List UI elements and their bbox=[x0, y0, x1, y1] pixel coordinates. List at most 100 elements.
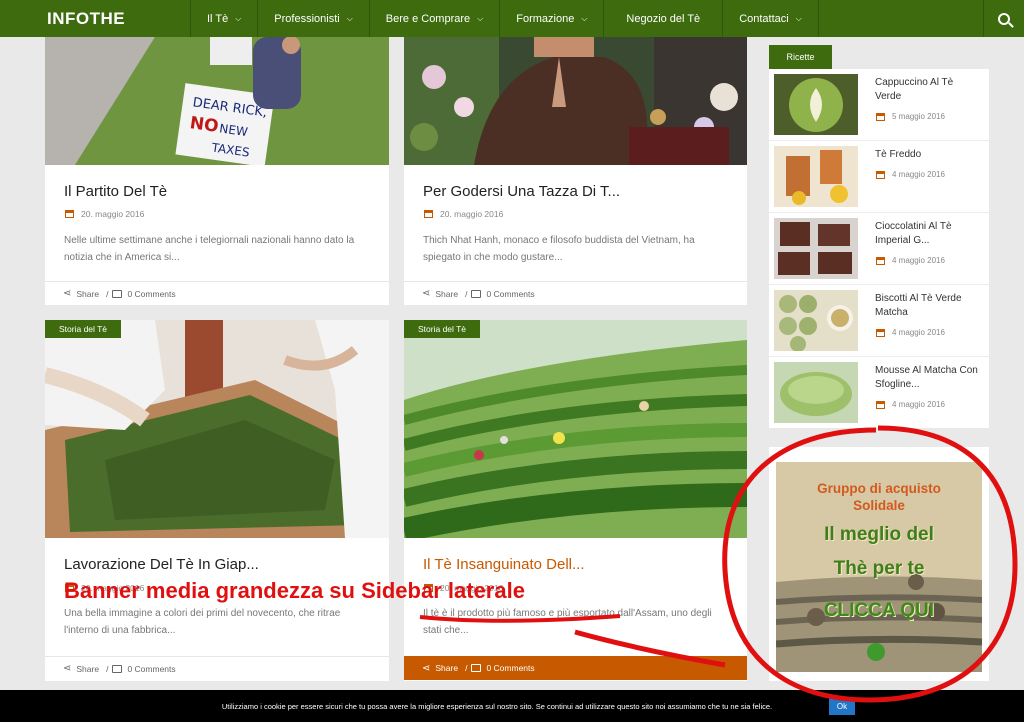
sidebar-banner-box: Gruppo di acquisto Solidale Il meglio de… bbox=[769, 447, 989, 681]
share-icon[interactable]: ⋖ bbox=[422, 288, 430, 299]
matcha-mousse-photo bbox=[774, 362, 858, 423]
article-title[interactable]: Lavorazione Del Tè In Giap... bbox=[64, 556, 259, 573]
search-button[interactable] bbox=[983, 0, 1024, 37]
comment-icon bbox=[112, 664, 123, 673]
chevron-down-icon: ⌵ bbox=[795, 13, 802, 23]
banner-line-3: Il meglio del bbox=[824, 524, 934, 545]
recipe-item[interactable]: Cioccolatini Al Tè Imperial G... 4 maggi… bbox=[769, 213, 989, 285]
category-tag[interactable]: Storia del Tè bbox=[45, 320, 122, 338]
nav-item-bere-e-comprare[interactable]: Bere e Comprare ⌵ bbox=[368, 0, 499, 37]
date-text: 20. maggio 2016 bbox=[440, 209, 504, 219]
recipe-title[interactable]: Cioccolatini Al Tè Imperial G... bbox=[875, 220, 980, 248]
matcha-biscuits-photo bbox=[774, 290, 858, 351]
date-text: 4 maggio 2016 bbox=[892, 256, 945, 265]
recipe-title[interactable]: Biscotti Al Tè Verde Matcha bbox=[875, 292, 980, 320]
matcha-latte-photo bbox=[774, 74, 858, 135]
cookie-ok-button[interactable]: Ok bbox=[829, 698, 855, 715]
article-excerpt: Thich Nhat Hanh, monaco e filosofo buddi… bbox=[423, 235, 695, 263]
article-footer: ⋖ Share /0 Comments bbox=[45, 281, 389, 305]
recipe-title[interactable]: Mousse Al Matcha Con Sfogline... bbox=[875, 364, 980, 392]
banner-line-2: Solidale bbox=[853, 498, 905, 513]
chocolates-photo bbox=[774, 218, 858, 279]
iced-tea-photo bbox=[774, 146, 858, 207]
nav-label[interactable]: Contattaci bbox=[739, 13, 789, 25]
calendar-icon bbox=[876, 256, 885, 265]
banner-cta[interactable]: CLICCA QUI bbox=[776, 600, 982, 622]
nav-item-formazione[interactable]: Formazione ⌵ bbox=[499, 0, 603, 37]
recipe-date: 4 maggio 2016 bbox=[876, 256, 945, 265]
comments-link[interactable]: 0 Comments bbox=[127, 664, 175, 674]
nav-label[interactable]: Formazione bbox=[516, 13, 574, 25]
recipe-item[interactable]: Tè Freddo 4 maggio 2016 bbox=[769, 141, 989, 213]
date-text: 5 maggio 2016 bbox=[892, 112, 945, 121]
article-excerpt: Una bella immagine a colori dei primi de… bbox=[64, 608, 341, 636]
article-card: Per Godersi Una Tazza Di T... 20. maggio… bbox=[404, 37, 747, 305]
recipe-date: 4 maggio 2016 bbox=[876, 328, 945, 337]
logo-text[interactable]: INFOTHE bbox=[47, 9, 125, 29]
recipe-item[interactable]: Biscotti Al Tè Verde Matcha 4 maggio 201… bbox=[769, 285, 989, 357]
recipe-item[interactable]: Mousse Al Matcha Con Sfogline... 4 maggi… bbox=[769, 357, 989, 429]
tea-factory-photo bbox=[45, 320, 389, 538]
share-icon[interactable]: ⋖ bbox=[63, 663, 71, 674]
recipe-list: Cappuccino Al Tè Verde 5 maggio 2016 Tè … bbox=[769, 69, 989, 428]
article-image[interactable] bbox=[404, 37, 747, 165]
comments-link[interactable]: 0 Comments bbox=[486, 663, 534, 673]
share-link[interactable]: Share bbox=[76, 664, 99, 674]
article-title[interactable]: Il Tè Insanguinato Dell... bbox=[423, 556, 584, 573]
nav-item-contattaci[interactable]: Contattaci ⌵ bbox=[722, 0, 819, 37]
nav-label[interactable]: Negozio del Tè bbox=[626, 13, 700, 25]
nav-item-negozio[interactable]: Negozio del Tè bbox=[603, 0, 722, 37]
article-date: 20. maggio 2016 bbox=[424, 209, 503, 219]
recipe-title[interactable]: Cappuccino Al Tè Verde bbox=[875, 76, 980, 104]
article-footer: ⋖ Share /0 Comments bbox=[404, 281, 747, 305]
category-tag[interactable]: Storia del Tè bbox=[404, 320, 481, 338]
share-link[interactable]: Share bbox=[435, 289, 458, 299]
comment-icon bbox=[471, 289, 482, 298]
annotation-text: Banner media grandezza su Sidebar latera… bbox=[64, 578, 525, 603]
nav-label[interactable]: Professionisti bbox=[274, 13, 339, 25]
recipe-thumbnail[interactable] bbox=[774, 362, 858, 423]
calendar-icon bbox=[424, 210, 433, 218]
article-excerpt: Nelle ultime settimane anche i telegiorn… bbox=[64, 235, 355, 263]
recipe-item[interactable]: Cappuccino Al Tè Verde 5 maggio 2016 bbox=[769, 69, 989, 141]
comment-icon bbox=[112, 289, 123, 298]
comments-link[interactable]: 0 Comments bbox=[486, 289, 534, 299]
recipe-thumbnail[interactable] bbox=[774, 218, 858, 279]
nav-item-professionisti[interactable]: Professionisti ⌵ bbox=[257, 0, 369, 37]
site-logo[interactable]: INFOTHE bbox=[0, 0, 190, 37]
monk-photo bbox=[404, 37, 747, 165]
recipe-thumbnail[interactable] bbox=[774, 290, 858, 351]
nav-item-il-te[interactable]: Il Tè ⌵ bbox=[190, 0, 257, 37]
article-date: 20. maggio 2016 bbox=[65, 209, 144, 219]
article-title[interactable]: Per Godersi Una Tazza Di T... bbox=[423, 183, 620, 200]
calendar-icon bbox=[876, 112, 885, 121]
chevron-down-icon: ⌵ bbox=[346, 13, 353, 23]
recipe-thumbnail[interactable] bbox=[774, 74, 858, 135]
recipe-thumbnail[interactable] bbox=[774, 146, 858, 207]
nav-label[interactable]: Bere e Comprare bbox=[386, 13, 470, 25]
tab-ricette[interactable]: Ricette bbox=[769, 45, 832, 69]
article-image[interactable] bbox=[45, 320, 389, 538]
nav-label[interactable]: Il Tè bbox=[207, 13, 228, 25]
article-excerpt: Il tè è il prodotto più famoso e più esp… bbox=[423, 608, 712, 636]
search-icon bbox=[998, 12, 1010, 25]
article-image[interactable]: DEAR RICK, NO NEW TAXES bbox=[45, 37, 389, 165]
share-icon[interactable]: ⋖ bbox=[422, 663, 430, 674]
chevron-down-icon: ⌵ bbox=[477, 13, 484, 23]
article-footer: ⋖ Share /0 Comments bbox=[404, 656, 747, 680]
share-icon[interactable]: ⋖ bbox=[63, 288, 71, 299]
share-link[interactable]: Share bbox=[435, 663, 458, 673]
svg-text:NO: NO bbox=[189, 113, 220, 137]
calendar-icon bbox=[876, 170, 885, 179]
share-link[interactable]: Share bbox=[76, 289, 99, 299]
article-card: DEAR RICK, NO NEW TAXES Il Partito Del T… bbox=[45, 37, 389, 305]
recipe-title[interactable]: Tè Freddo bbox=[875, 148, 980, 162]
article-image[interactable] bbox=[404, 320, 747, 538]
comments-link[interactable]: 0 Comments bbox=[127, 289, 175, 299]
article-title[interactable]: Il Partito Del Tè bbox=[64, 183, 167, 200]
recipe-date: 4 maggio 2016 bbox=[876, 400, 945, 409]
date-text: 20. maggio 2016 bbox=[81, 209, 145, 219]
comment-icon bbox=[471, 664, 482, 672]
gas-banner[interactable]: Gruppo di acquisto Solidale Il meglio de… bbox=[776, 462, 982, 672]
cookie-text: Utilizziamo i cookie per essere sicuri c… bbox=[221, 701, 773, 711]
